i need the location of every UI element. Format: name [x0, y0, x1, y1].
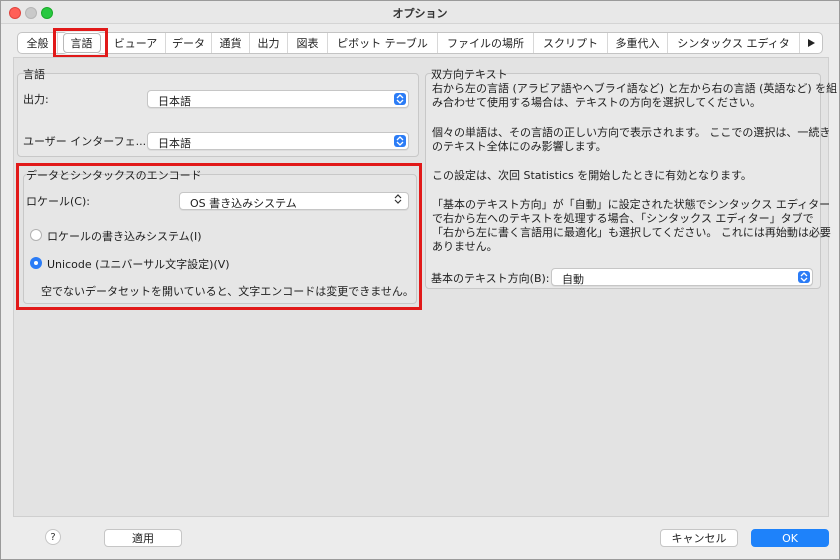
chevron-updown-icon — [394, 135, 406, 147]
encoding-group-highlight — [16, 163, 422, 310]
selected-tab-highlight — [53, 28, 108, 58]
tab-output[interactable]: 出力 — [250, 33, 288, 53]
title-bar: オプション — [1, 1, 839, 24]
tab-data[interactable]: データ — [166, 33, 212, 53]
tab-label: シンタックス エディタ — [677, 37, 790, 50]
apply-button[interactable]: 適用 — [104, 529, 182, 547]
tab-label: 図表 — [296, 37, 319, 50]
output-language-select[interactable]: 日本語 — [147, 90, 409, 108]
tab-label: スクリプト — [543, 37, 598, 50]
tab-label: 全般 — [26, 37, 49, 50]
tab-label: 多重代入 — [615, 37, 660, 50]
cancel-button[interactable]: キャンセル — [660, 529, 738, 547]
language-group-title: 言語 — [23, 68, 45, 81]
tab-label: 通貨 — [219, 37, 242, 50]
bidi-para-1-line-2: み合わせて使用する場合は、テキストの方向を選択してください。 — [432, 96, 762, 109]
chevron-updown-icon — [394, 93, 406, 105]
apply-button-label: 適用 — [132, 532, 154, 545]
tab-general[interactable]: 全般 — [18, 33, 58, 53]
tab-currency[interactable]: 通貨 — [212, 33, 250, 53]
tab-viewer[interactable]: ビューア — [106, 33, 166, 53]
cancel-button-label: キャンセル — [671, 532, 727, 545]
ui-language-label: ユーザー インターフェ... — [23, 135, 147, 148]
tab-charts[interactable]: 図表 — [288, 33, 328, 53]
tab-pivot-tables[interactable]: ピボット テーブル — [328, 33, 438, 53]
text-direction-value: 自動 — [562, 273, 584, 286]
triangle-right-icon[interactable] — [800, 39, 822, 47]
ok-button[interactable]: OK — [751, 529, 829, 547]
help-icon: ? — [50, 531, 56, 543]
chevron-updown-icon — [798, 271, 810, 283]
help-button[interactable]: ? — [45, 529, 61, 545]
bidi-group-title: 双方向テキスト — [431, 68, 508, 81]
tab-file-locations[interactable]: ファイルの場所 — [438, 33, 534, 53]
bidi-para-2-line-2: のテキスト全体にのみ影響します。 — [432, 140, 607, 153]
tab-scripts[interactable]: スクリプト — [534, 33, 608, 53]
ui-language-select[interactable]: 日本語 — [147, 132, 409, 150]
text-direction-select[interactable]: 自動 — [551, 268, 813, 286]
window-title: オプション — [392, 7, 448, 20]
tab-multiple-imputation[interactable]: 多重代入 — [608, 33, 668, 53]
tab-bar: 全般 言語 ビューア データ 通貨 出力 図表 ピボット テーブル ファイルの場… — [17, 32, 823, 54]
tab-label: ファイルの場所 — [447, 37, 524, 50]
tab-syntax-editor[interactable]: シンタックス エディタ — [668, 33, 800, 53]
tab-label: データ — [172, 37, 205, 50]
bidi-para-3: この設定は、次回 Statistics を開始したときに有効となります。 — [432, 169, 752, 182]
tab-label: 出力 — [257, 37, 280, 50]
options-window: オプション 全般 言語 ビューア データ 通貨 出力 図表 ピボット テーブル … — [0, 0, 840, 560]
ui-language-value: 日本語 — [158, 137, 191, 150]
output-language-label: 出力: — [23, 93, 49, 106]
ok-button-label: OK — [782, 531, 798, 545]
tab-label: ピボット テーブル — [337, 37, 428, 50]
output-language-value: 日本語 — [158, 95, 191, 108]
tab-label: ビューア — [113, 37, 158, 50]
bidi-para-4-line-4: ありません。 — [432, 240, 498, 253]
text-direction-label: 基本のテキスト方向(B): — [431, 272, 550, 285]
